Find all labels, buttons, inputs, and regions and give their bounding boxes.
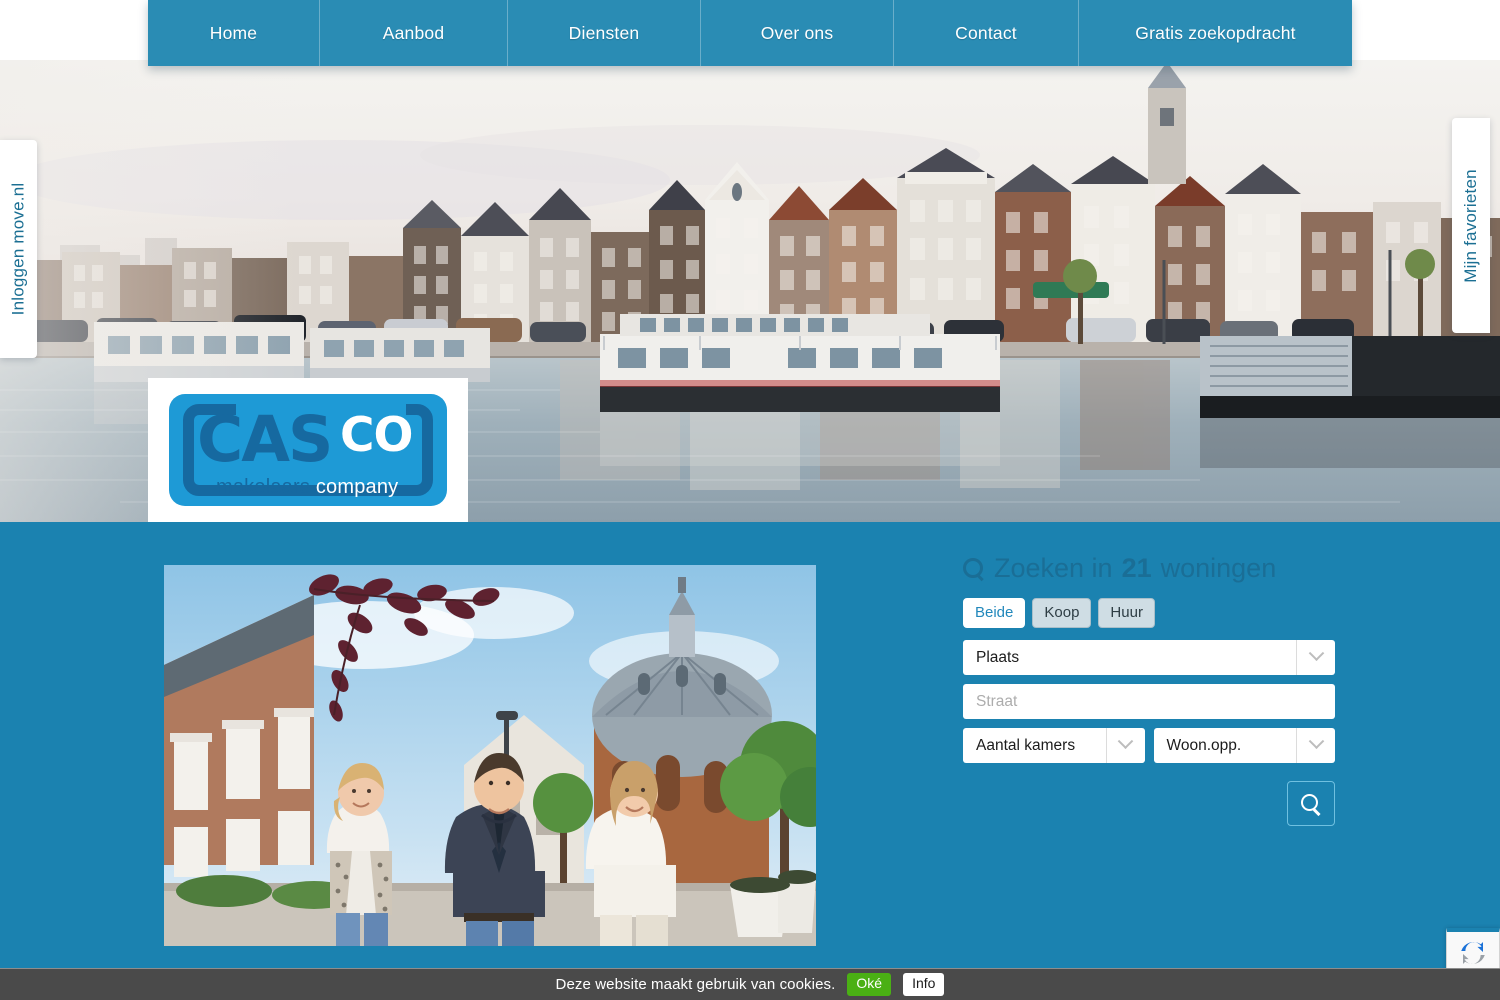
nav-item-label: Aanbod bbox=[382, 22, 445, 43]
nav-item-contact[interactable]: Contact bbox=[894, 0, 1079, 66]
logo-tagline-makelaars: makelaars bbox=[216, 476, 311, 498]
nav-item-aanbod[interactable]: Aanbod bbox=[320, 0, 508, 66]
main-navigation: Home Aanbod Diensten Over ons Contact Gr… bbox=[148, 0, 1352, 66]
site-logo[interactable]: CAS CO makelaars company bbox=[148, 378, 468, 522]
segment-beide[interactable]: Beide bbox=[963, 598, 1026, 628]
straat-input-placeholder: Straat bbox=[976, 692, 1018, 710]
search-heading-post: woningen bbox=[1160, 553, 1277, 583]
team-photo bbox=[164, 565, 816, 946]
search-heading-pre: Zoeken in bbox=[994, 553, 1113, 583]
chevron-down-icon bbox=[1296, 640, 1335, 675]
team-photo-image bbox=[164, 565, 816, 946]
nav-item-label: Contact bbox=[955, 22, 1017, 43]
nav-item-label: Gratis zoekopdracht bbox=[1135, 22, 1296, 43]
main-content: Zoeken in 21 woningen Beide Koop Huur Pl… bbox=[0, 522, 1500, 968]
search-heading: Zoeken in 21 woningen bbox=[963, 555, 1335, 582]
chevron-down-icon bbox=[1105, 728, 1145, 763]
logo-tagline-company: company bbox=[310, 476, 399, 498]
search-submit-button[interactable] bbox=[1287, 781, 1335, 826]
cookie-message: Deze website maakt gebruik van cookies. bbox=[555, 976, 836, 993]
favorites-tab-label: Mijn favorieten bbox=[1461, 168, 1480, 283]
logo-text-co: CO bbox=[340, 408, 413, 463]
chevron-down-icon bbox=[1296, 728, 1335, 763]
favorites-tab[interactable]: Mijn favorieten bbox=[1452, 118, 1490, 333]
woonopp-select[interactable]: Woon.opp. bbox=[1153, 728, 1335, 763]
recaptcha-icon bbox=[1461, 941, 1485, 964]
cookie-accept-button[interactable]: Oké bbox=[847, 973, 892, 996]
logo-graphic: CAS CO makelaars company bbox=[169, 394, 447, 506]
page-root: Home Aanbod Diensten Over ons Contact Gr… bbox=[0, 0, 1500, 1000]
login-move-tab[interactable]: Inloggen move.nl bbox=[0, 140, 37, 358]
nav-item-label: Home bbox=[209, 22, 258, 43]
nav-item-home[interactable]: Home bbox=[148, 0, 320, 66]
segment-huur[interactable]: Huur bbox=[1098, 598, 1155, 628]
logo-tagline: makelaars company bbox=[216, 477, 398, 497]
property-search-widget: Zoeken in 21 woningen Beide Koop Huur Pl… bbox=[963, 555, 1335, 826]
login-move-tab-label: Inloggen move.nl bbox=[8, 182, 28, 316]
search-heading-count: 21 bbox=[1121, 553, 1152, 583]
nav-item-label: Over ons bbox=[760, 22, 834, 43]
nav-item-gratis-zoekopdracht[interactable]: Gratis zoekopdracht bbox=[1079, 0, 1352, 66]
cookie-info-button[interactable]: Info bbox=[903, 973, 945, 996]
segment-koop-label: Koop bbox=[1044, 604, 1080, 621]
nav-item-diensten[interactable]: Diensten bbox=[508, 0, 701, 66]
woonopp-select-value: Woon.opp. bbox=[1166, 736, 1242, 754]
aantal-kamers-select[interactable]: Aantal kamers bbox=[963, 728, 1145, 763]
straat-input[interactable]: Straat bbox=[963, 684, 1335, 719]
segment-huur-label: Huur bbox=[1110, 604, 1143, 621]
nav-item-over-ons[interactable]: Over ons bbox=[701, 0, 894, 66]
search-heading-magnifier-icon bbox=[963, 557, 985, 580]
search-icon bbox=[1301, 793, 1321, 814]
segment-beide-label: Beide bbox=[975, 604, 1014, 621]
cookie-consent-bar: Deze website maakt gebruik van cookies. … bbox=[0, 968, 1500, 1000]
aantal-kamers-select-value: Aantal kamers bbox=[976, 736, 1076, 754]
listing-type-toggle: Beide Koop Huur bbox=[963, 598, 1335, 628]
nav-item-label: Diensten bbox=[568, 22, 640, 43]
rooms-area-row: Aantal kamers Woon.opp. bbox=[963, 728, 1335, 772]
logo-text-cas: CAS bbox=[197, 403, 333, 476]
plaats-select[interactable]: Plaats bbox=[963, 640, 1335, 675]
plaats-select-value: Plaats bbox=[976, 648, 1020, 666]
segment-koop[interactable]: Koop bbox=[1032, 598, 1092, 628]
